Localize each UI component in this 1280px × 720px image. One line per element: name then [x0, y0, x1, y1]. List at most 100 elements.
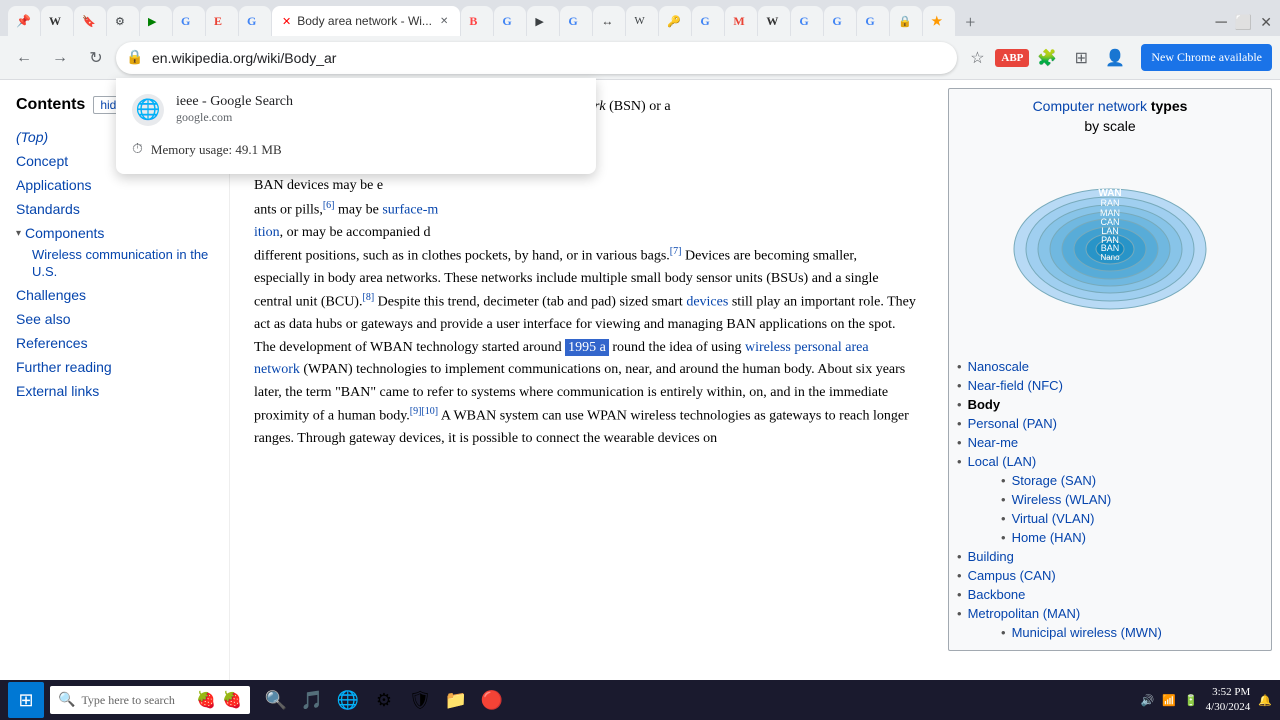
tab-15[interactable]: W	[626, 6, 658, 36]
toc-link-concept[interactable]: Concept	[16, 153, 68, 169]
tab-6[interactable]: G	[173, 6, 205, 36]
tab-19[interactable]: W	[758, 6, 790, 36]
article-text-3: (BSN) or a	[606, 99, 671, 114]
building-link[interactable]: Building	[968, 549, 1014, 564]
nanoscale-link[interactable]: Nanoscale	[968, 359, 1029, 374]
lan-link[interactable]: Local (LAN)	[968, 454, 1037, 469]
tab-17[interactable]: G	[692, 6, 724, 36]
tab-16[interactable]: 🔑	[659, 6, 691, 36]
tab-10[interactable]: B	[461, 6, 493, 36]
taskbar-icon-4[interactable]: 🛡	[404, 682, 436, 718]
metropolitan-link[interactable]: Metropolitan (MAN)	[968, 606, 1081, 621]
expand-icon[interactable]: ▾	[16, 228, 21, 239]
devices-link[interactable]: devices	[686, 295, 728, 310]
tab-23[interactable]: 🔒	[890, 6, 922, 36]
network-item-san: Storage (SAN)	[977, 471, 1263, 490]
ref-7[interactable]: [7]	[670, 246, 682, 257]
tab-14[interactable]: ↔	[593, 6, 625, 36]
network-types-infobox: Computer network typesby scale	[948, 88, 1272, 651]
article-text-8: may be	[338, 202, 382, 217]
new-chrome-button[interactable]: New Chrome available	[1141, 44, 1272, 71]
taskbar-icon-3[interactable]: ⚙	[368, 682, 400, 718]
surface-m-link[interactable]: surface-m	[382, 202, 438, 217]
tab-close-btn[interactable]: ✕	[438, 14, 450, 29]
ition-link[interactable]: ition	[254, 225, 280, 240]
year-highlight: 1995 a	[565, 339, 609, 356]
wlan-link[interactable]: Wireless (WLAN)	[1012, 492, 1112, 507]
ref-6[interactable]: [6]	[323, 200, 335, 211]
toc-link-wireless[interactable]: Wireless communication in the U.S.	[32, 247, 208, 279]
near-me-link[interactable]: Near-me	[968, 435, 1019, 450]
autocomplete-item-1[interactable]: 🌐 ieee - Google Search google.com	[116, 86, 596, 134]
toc-link-applications[interactable]: Applications	[16, 177, 92, 193]
toc-link-references[interactable]: References	[16, 335, 88, 351]
minimize-btn[interactable]: ─	[1215, 14, 1226, 32]
tab-pinned-1[interactable]: 📌	[8, 6, 40, 36]
toc-link-see-also[interactable]: See also	[16, 311, 70, 327]
toc-link-top[interactable]: (Top)	[16, 129, 48, 145]
taskbar-search[interactable]: 🔍 Type here to search 🍓 🍓	[50, 686, 250, 714]
address-input[interactable]	[116, 42, 957, 74]
tab-active[interactable]: ✕ Body area network - Wi... ✕	[272, 6, 460, 36]
start-button[interactable]: ⊞	[8, 682, 44, 718]
toc-link-external-links[interactable]: External links	[16, 383, 99, 399]
tab-5[interactable]: ▶	[140, 6, 172, 36]
toc-link-components[interactable]: Components	[25, 225, 104, 241]
adblocker-btn[interactable]: ABP	[995, 49, 1029, 67]
network-item-lan: Local (LAN)	[957, 452, 1263, 471]
network-diagram-svg: WAN RAN MAN CAN LAN PAN BAN Nano	[1010, 144, 1210, 344]
tab-21[interactable]: G	[824, 6, 856, 36]
nfc-link[interactable]: Near-field (NFC)	[968, 378, 1063, 393]
campus-link[interactable]: Campus (CAN)	[968, 568, 1056, 583]
pan-link[interactable]: Personal (PAN)	[968, 416, 1057, 431]
taskbar-notification-icon[interactable]: 🔔	[1258, 694, 1272, 707]
profile-btn[interactable]: 👤	[1099, 42, 1131, 74]
toc-link-standards[interactable]: Standards	[16, 201, 80, 217]
extensions-btn[interactable]: 🧩	[1031, 42, 1063, 74]
taskbar-icon-6[interactable]: 🔴	[476, 682, 508, 718]
reload-btn[interactable]: ↻	[80, 42, 112, 74]
bookmark-btn[interactable]: ☆	[961, 42, 993, 74]
tab-18[interactable]: M	[725, 6, 757, 36]
toc-link-further-reading[interactable]: Further reading	[16, 359, 112, 375]
network-item-metropolitan: Metropolitan (MAN)	[957, 604, 1263, 623]
toc-link-challenges[interactable]: Challenges	[16, 287, 86, 303]
tab-8[interactable]: G	[239, 6, 271, 36]
backbone-link[interactable]: Backbone	[968, 587, 1026, 602]
taskbar-icon-2[interactable]: 🎵	[296, 682, 328, 718]
vlan-link[interactable]: Virtual (VLAN)	[1012, 511, 1095, 526]
mwn-link[interactable]: Municipal wireless (MWN)	[1012, 625, 1162, 640]
ref-9-10[interactable]: [9][10]	[410, 406, 438, 417]
tab-search-btn[interactable]: ⊞	[1065, 42, 1097, 74]
network-item-wlan: Wireless (WLAN)	[977, 490, 1263, 509]
taskbar-right: 🔊 📶 🔋 3:52 PM 4/30/2024 🔔	[1141, 685, 1272, 716]
taskbar-icon-1[interactable]: 🔍	[260, 682, 292, 718]
tab-24[interactable]: ★	[923, 6, 955, 36]
taskbar-icon-5[interactable]: 📁	[440, 682, 472, 718]
tab-20[interactable]: G	[791, 6, 823, 36]
san-link[interactable]: Storage (SAN)	[1012, 473, 1097, 488]
taskbar-chrome-icon[interactable]: 🌐	[332, 682, 364, 718]
infobox-title-blue[interactable]: Computer network	[1033, 98, 1147, 114]
tab-12[interactable]: ▶	[527, 6, 559, 36]
network-item-mwn: Municipal wireless (MWN)	[977, 623, 1263, 642]
tab-7[interactable]: E	[206, 6, 238, 36]
close-btn[interactable]: ✕	[1260, 15, 1272, 32]
maximize-btn[interactable]: ⬜	[1235, 15, 1252, 32]
tab-13[interactable]: G	[560, 6, 592, 36]
toc-item-further-reading: Further reading	[16, 356, 213, 380]
forward-btn[interactable]: →	[44, 42, 76, 74]
tab-22[interactable]: G	[857, 6, 889, 36]
taskbar-datetime[interactable]: 3:52 PM 4/30/2024	[1206, 685, 1251, 716]
tab-11[interactable]: G	[494, 6, 526, 36]
ref-8[interactable]: [8]	[362, 292, 374, 303]
article-text-7: ants or pills,	[254, 202, 323, 217]
tab-3[interactable]: 🔖	[74, 6, 106, 36]
tab-2[interactable]: W	[41, 6, 73, 36]
back-btn[interactable]: ←	[8, 42, 40, 74]
new-tab-button[interactable]: +	[956, 8, 984, 36]
infobox-title: Computer network typesby scale	[957, 97, 1263, 136]
tab-4[interactable]: ⚙	[107, 6, 139, 36]
taskbar-battery-icon: 🔋	[1184, 694, 1198, 707]
han-link[interactable]: Home (HAN)	[1012, 530, 1086, 545]
